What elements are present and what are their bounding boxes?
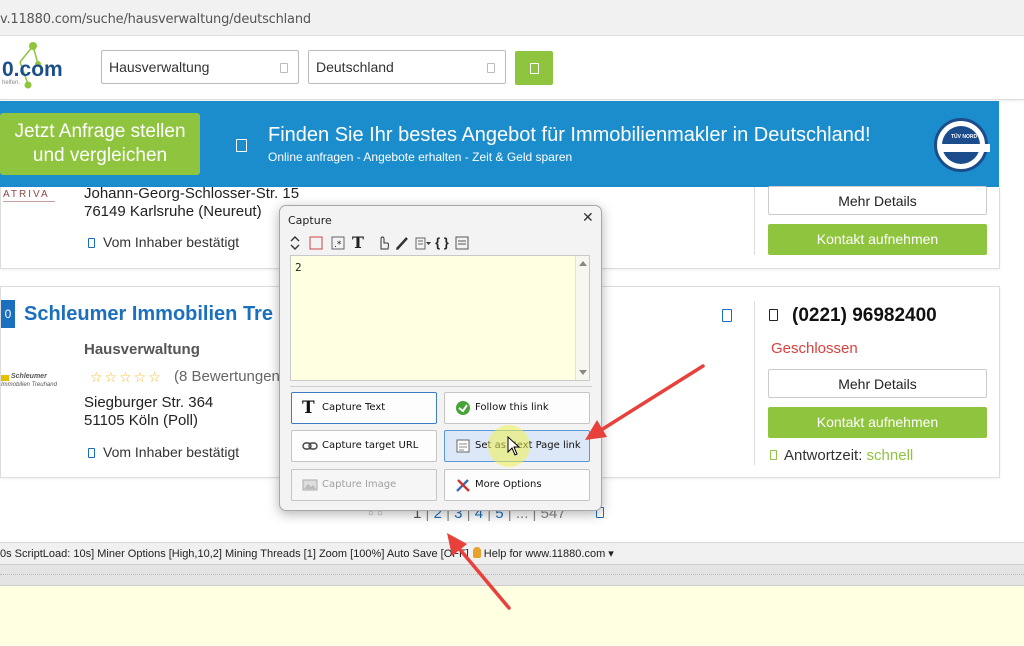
text-icon: T: [302, 398, 315, 418]
chain-link-icon: [302, 442, 318, 450]
capture-image-label: Capture Image: [322, 479, 397, 490]
reviews-count-link[interactable]: (8 Bewertungen: [174, 368, 280, 385]
more-options-button[interactable]: More Options: [444, 469, 590, 501]
capture-url-button[interactable]: Capture target URL: [291, 430, 437, 462]
banner-checkbox-icon: [236, 139, 247, 152]
logo-text: 0.com: [2, 58, 63, 81]
listing-city: 76149 Karlsruhe (Neureut): [84, 203, 262, 220]
response-time: Antwortzeit: schnell: [770, 447, 913, 464]
close-icon[interactable]: ✕: [582, 209, 594, 226]
request-offer-label-2: und vergleichen: [32, 145, 168, 166]
address-bar[interactable]: v.11880.com/suche/hausverwaltung/deutsch…: [0, 0, 1024, 36]
contact-button[interactable]: Kontakt aufnehmen: [768, 407, 987, 438]
listing-street: Johann-Georg-Schlosser-Str. 15: [84, 185, 300, 202]
verified-badge: Vom Inhaber bestätigt: [88, 234, 239, 250]
search-what-input[interactable]: Hausverwaltung: [101, 50, 299, 84]
response-value: schnell: [866, 447, 914, 464]
phone-value: (0221) 96982400: [792, 305, 937, 326]
listing-number: 0: [1, 300, 15, 328]
logo-line-2: Immobilien Treuhand: [1, 382, 57, 388]
listing-city: 51105 Köln (Poll): [84, 412, 198, 429]
text-format-icon[interactable]: T: [350, 234, 366, 252]
logo-line-1: Schleumer: [11, 373, 47, 380]
opening-status: Geschlossen: [771, 340, 858, 357]
search-what-value: Hausverwaltung: [109, 59, 210, 75]
promo-banner: Jetzt Anfrage stellen und vergleichen Fi…: [0, 101, 999, 187]
site-header: 0.com helfen. Hausverwaltung Deutschland: [0, 36, 1024, 100]
bulb-icon: [472, 547, 481, 558]
capture-text-label: Capture Text: [322, 402, 386, 413]
follow-link-icon: [456, 401, 470, 415]
mouse-cursor-icon: [507, 436, 521, 456]
capture-dialog: Capture ✕ .* T { } 2 T Capture Text Foll…: [279, 205, 602, 511]
verified-label: Vom Inhaber bestätigt: [103, 234, 240, 250]
search-button[interactable]: [515, 51, 553, 85]
follow-link-label: Follow this link: [475, 402, 549, 413]
pencil-icon[interactable]: [394, 234, 410, 252]
logo-tagline: helfen.: [2, 80, 21, 86]
verified-label: Vom Inhaber bestätigt: [103, 444, 240, 460]
output-pane[interactable]: [0, 586, 1024, 646]
phone-icon: [769, 309, 778, 321]
scroll-up-icon[interactable]: [579, 261, 587, 266]
listing-logo: Schleumer Immobilien Treuhand: [1, 373, 73, 393]
more-options-label: More Options: [475, 479, 542, 490]
capture-content: 2: [295, 261, 302, 274]
clear-what-icon[interactable]: [280, 63, 288, 73]
follow-link-button[interactable]: Follow this link: [444, 392, 590, 424]
contact-button[interactable]: Kontakt aufnehmen: [768, 224, 987, 255]
listing-company-link[interactable]: Schleumer Immobilien Tre: [24, 303, 273, 326]
svg-text:.*: .*: [334, 240, 342, 250]
hand-pointer-icon[interactable]: [376, 234, 390, 252]
capture-content-textarea[interactable]: 2: [290, 255, 590, 381]
scroll-down-icon[interactable]: [579, 370, 587, 375]
list-dropdown-icon[interactable]: [414, 234, 432, 252]
details-button[interactable]: Mehr Details: [768, 186, 987, 215]
listing-street: Siegburger Str. 364: [84, 394, 214, 411]
details-button[interactable]: Mehr Details: [768, 369, 987, 398]
json-icon[interactable]: { }: [434, 234, 450, 252]
expand-icon[interactable]: [288, 234, 302, 252]
capture-url-label: Capture target URL: [322, 440, 419, 451]
address-url[interactable]: v.11880.com/suche/hausverwaltung/deutsch…: [0, 12, 311, 27]
help-link[interactable]: Help for www.11880.com: [484, 548, 605, 560]
verified-icon: [88, 238, 95, 248]
banner-title: Finden Sie Ihr bestes Angebot für Immobi…: [268, 124, 871, 146]
dialog-title: Capture: [288, 214, 332, 227]
image-icon: [302, 479, 318, 491]
capture-image-button[interactable]: Capture Image: [291, 469, 437, 501]
banner-subtitle: Online anfragen - Angebote erhalten - Ze…: [268, 150, 573, 164]
response-icon: [770, 450, 777, 460]
pane-splitter[interactable]: [0, 564, 1024, 586]
verified-badge: Vom Inhaber bestätigt: [88, 444, 239, 460]
status-text: 0s ScriptLoad: 10s] Miner Options [High,…: [0, 548, 469, 560]
form-icon[interactable]: [454, 234, 470, 252]
listing-category: Hausverwaltung: [84, 341, 200, 358]
search-icon: [530, 63, 539, 74]
site-logo[interactable]: 0.com helfen.: [0, 40, 70, 94]
response-label: Antwortzeit:: [784, 447, 863, 464]
search-where-input[interactable]: Deutschland: [308, 50, 506, 84]
request-offer-label-1: Jetzt Anfrage stellen: [14, 121, 186, 142]
help-caret-icon[interactable]: ▾: [608, 548, 614, 560]
phone-number[interactable]: (0221) 96982400: [769, 305, 937, 327]
clear-where-icon[interactable]: [487, 63, 495, 73]
verified-icon: [88, 448, 95, 458]
badge-text: TÜV NORD: [951, 134, 978, 140]
textarea-scrollbar[interactable]: [575, 256, 589, 380]
next-page-icon: [456, 439, 470, 453]
rating-stars[interactable]: ☆☆☆☆☆: [90, 369, 163, 386]
tuv-badge-icon: TÜV NORD: [934, 118, 990, 172]
capture-text-button[interactable]: T Capture Text: [291, 392, 437, 424]
bookmark-icon[interactable]: [722, 309, 732, 322]
listing-logo: ATRIVA: [3, 189, 50, 200]
regex-icon[interactable]: .*: [330, 234, 346, 252]
tools-icon: [456, 479, 470, 492]
search-where-value: Deutschland: [316, 59, 394, 75]
request-offer-button[interactable]: Jetzt Anfrage stellen und vergleichen: [0, 113, 200, 175]
xpath-icon[interactable]: [308, 234, 324, 252]
status-bar: 0s ScriptLoad: 10s] Miner Options [High,…: [0, 542, 1024, 564]
